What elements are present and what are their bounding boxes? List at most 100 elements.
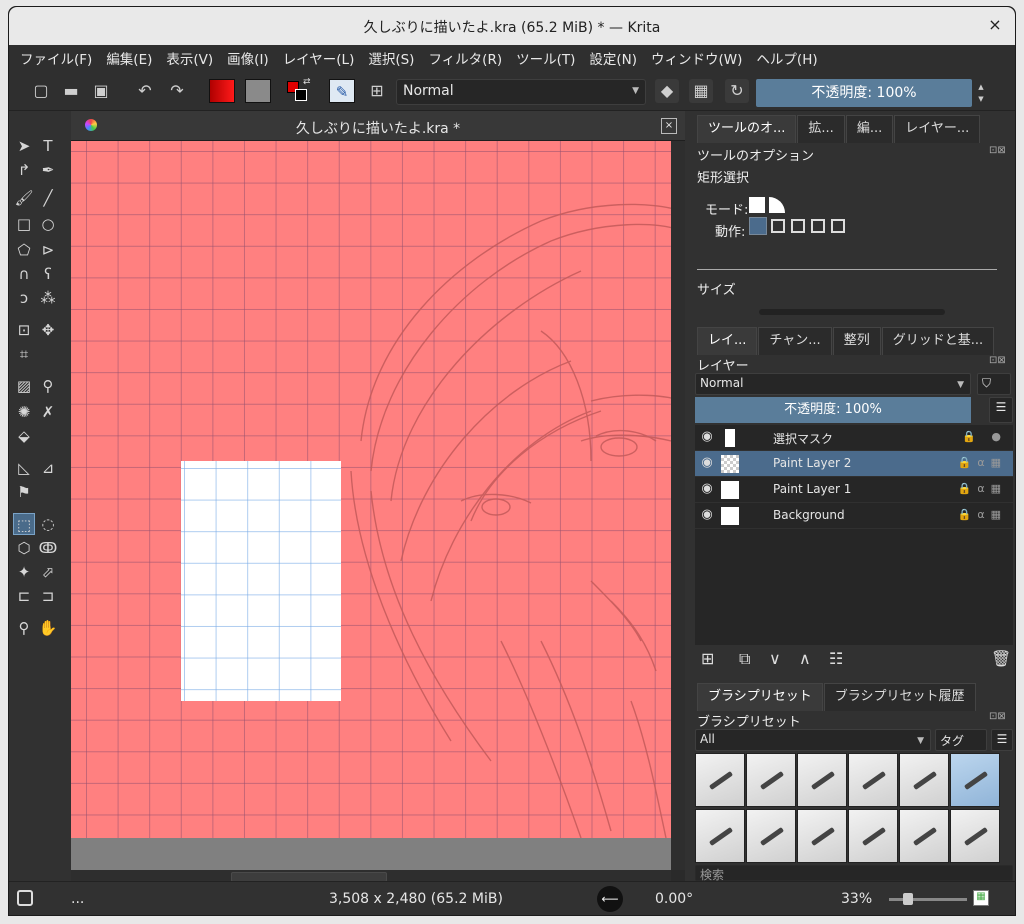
brush-preset[interactable] — [746, 808, 796, 863]
tab-grid-guides[interactable]: グリッドと基... — [881, 327, 995, 355]
bezier-select-icon[interactable]: ⊏ — [13, 585, 35, 607]
freehand-path-icon[interactable]: ʕ — [37, 263, 59, 285]
open-folder-icon[interactable]: ▬ — [59, 79, 83, 103]
select-shapes-icon[interactable]: ➤ — [13, 135, 35, 157]
mode-pixel-icon[interactable] — [749, 197, 765, 213]
canvas[interactable] — [71, 141, 671, 838]
undo-icon[interactable]: ↶ — [133, 79, 157, 103]
brush-preset[interactable] — [797, 808, 847, 863]
menu-view[interactable]: 表示(V) — [159, 48, 220, 68]
selection-mode-icon[interactable] — [17, 890, 33, 906]
layer-row[interactable]: ◉ Paint Layer 2 🔒α▦ — [695, 451, 1013, 477]
visibility-eye-icon[interactable]: ◉ — [699, 507, 715, 522]
preserve-alpha-icon[interactable]: ▦ — [689, 79, 713, 103]
action-add-icon[interactable] — [771, 219, 785, 233]
ellipse-tool-icon[interactable]: ○ — [37, 213, 59, 235]
lock-icon[interactable]: 🔒α▦ — [958, 456, 1007, 469]
pan-tool-icon[interactable]: ✋ — [37, 617, 59, 639]
smart-patch-icon[interactable]: ✺ — [13, 401, 35, 423]
ellipse-select-icon[interactable]: ◌ — [37, 513, 59, 535]
brush-preset[interactable] — [695, 808, 745, 863]
tab-align[interactable]: 整列 — [832, 327, 881, 355]
move-tool-icon[interactable]: ✥ — [37, 319, 59, 341]
layer-blend-select[interactable]: Normal ▼ — [695, 373, 971, 395]
zoom-slider-handle[interactable] — [903, 893, 913, 905]
freehand-select-icon[interactable]: ↂ — [37, 537, 59, 559]
brush-preset[interactable] — [950, 753, 1000, 807]
opacity-up-icon[interactable]: ▲ — [975, 81, 987, 93]
calligraphy-icon[interactable]: ✒ — [37, 159, 59, 181]
layers-float-close-icon[interactable]: ⊡⊠ — [989, 355, 1006, 366]
brush-preset[interactable] — [695, 753, 745, 807]
add-layer-icon[interactable]: ⊞ — [701, 649, 714, 668]
menu-edit[interactable]: 編集(E) — [99, 48, 159, 68]
dynamic-brush-icon[interactable]: ↄ — [13, 287, 35, 309]
tab-tool-options[interactable]: ツールのオ... — [697, 115, 797, 143]
menu-file[interactable]: ファイル(F) — [13, 48, 99, 68]
layer-settings-icon[interactable]: ☷ — [829, 649, 843, 668]
tab-channels[interactable]: チャン... — [758, 327, 832, 355]
brush-search-input[interactable]: 検索 — [695, 865, 1013, 882]
layer-opacity-slider[interactable]: 不透明度: 100% — [695, 397, 971, 423]
menu-select[interactable]: 選択(S) — [361, 48, 421, 68]
layer-row[interactable]: ◉ 選択マスク 🔒 ● — [695, 425, 1013, 451]
fill-tool-icon[interactable]: ✗ — [37, 401, 59, 423]
delete-layer-icon[interactable]: 🗑 — [991, 649, 1011, 668]
gradient-tool-icon[interactable]: ▨ — [13, 375, 35, 397]
brush-preset[interactable] — [848, 808, 898, 863]
docker-float-close-icon[interactable]: ⊡⊠ — [989, 145, 1006, 156]
size-slider[interactable] — [759, 309, 945, 315]
zoom-slider[interactable] — [889, 898, 967, 901]
workspace-chooser-icon[interactable]: ⊞ — [365, 79, 389, 103]
brush-preset[interactable] — [746, 753, 796, 807]
reference-pin-icon[interactable]: ⚑ — [13, 481, 35, 503]
tab-extensions[interactable]: 拡... — [797, 115, 845, 143]
lock-icon[interactable]: 🔒α▦ — [958, 482, 1007, 495]
save-icon[interactable]: ▣ — [89, 79, 113, 103]
bezier-tool-icon[interactable]: ∩ — [13, 263, 35, 285]
zoom-tool-icon[interactable]: ⚲ — [13, 617, 35, 639]
vertical-scrollbar[interactable] — [671, 141, 685, 870]
zoom-fit-icon[interactable]: ▦ — [973, 890, 989, 906]
edit-shapes-icon[interactable]: ↱ — [13, 159, 35, 181]
new-document-icon[interactable]: ▢ — [29, 79, 53, 103]
brush-preset-button-icon[interactable]: ✎ — [329, 79, 355, 103]
layer-row[interactable]: ◉ Background 🔒α▦ — [695, 503, 1013, 529]
brush-preset[interactable] — [797, 753, 847, 807]
layer-properties-icon[interactable]: ☰ — [989, 397, 1013, 423]
menu-tools[interactable]: ツール(T) — [509, 48, 582, 68]
magnetic-select-icon[interactable]: ⊐ — [37, 585, 59, 607]
text-tool-icon[interactable]: T — [37, 135, 59, 157]
transform-tool-icon[interactable]: ⊡ — [13, 319, 35, 341]
multibrush-icon[interactable]: ⁂ — [37, 287, 59, 309]
menu-settings[interactable]: 設定(N) — [582, 48, 644, 68]
polyline-tool-icon[interactable]: ⊳ — [37, 239, 59, 261]
color-picker-icon[interactable]: ⚲ — [37, 375, 59, 397]
move-up-icon[interactable]: ∧ — [799, 649, 811, 668]
layer-filter-icon[interactable]: ⛉ — [977, 373, 1011, 395]
similar-select-icon[interactable]: ⬀ — [37, 561, 59, 583]
menu-filter[interactable]: フィルタ(R) — [421, 48, 509, 68]
freehand-brush-icon[interactable]: 🖌 — [13, 187, 35, 209]
document-tab[interactable]: 久しぶりに描いたよ.kra * × — [71, 111, 685, 141]
action-intersect-icon[interactable] — [811, 219, 825, 233]
measure-tool-icon[interactable]: ⊿ — [37, 457, 59, 479]
action-replace-icon[interactable] — [749, 217, 767, 235]
contiguous-select-icon[interactable]: ✦ — [13, 561, 35, 583]
tag-button[interactable]: タグ — [935, 729, 987, 751]
rotation-dial-icon[interactable]: ⟵ — [597, 886, 623, 912]
mode-vector-icon[interactable] — [769, 197, 785, 213]
brush-filter-select[interactable]: All ▼ — [695, 729, 931, 751]
brush-preset[interactable] — [950, 808, 1000, 863]
action-subtract-icon[interactable] — [791, 219, 805, 233]
gradient-swatch[interactable] — [209, 79, 235, 103]
swap-colors-icon[interactable]: ⇄ — [303, 77, 311, 87]
menu-layer[interactable]: レイヤー(L) — [276, 48, 362, 68]
window-close-button[interactable]: × — [985, 15, 1005, 35]
redo-icon[interactable]: ↷ — [165, 79, 189, 103]
opacity-down-icon[interactable]: ▼ — [975, 93, 987, 105]
tab-brush-presets[interactable]: ブラシプリセット — [697, 683, 823, 711]
menu-image[interactable]: 画像(I) — [220, 48, 276, 68]
crop-tool-icon[interactable]: ⌗ — [13, 343, 35, 365]
tab-edit[interactable]: 編... — [845, 115, 894, 143]
